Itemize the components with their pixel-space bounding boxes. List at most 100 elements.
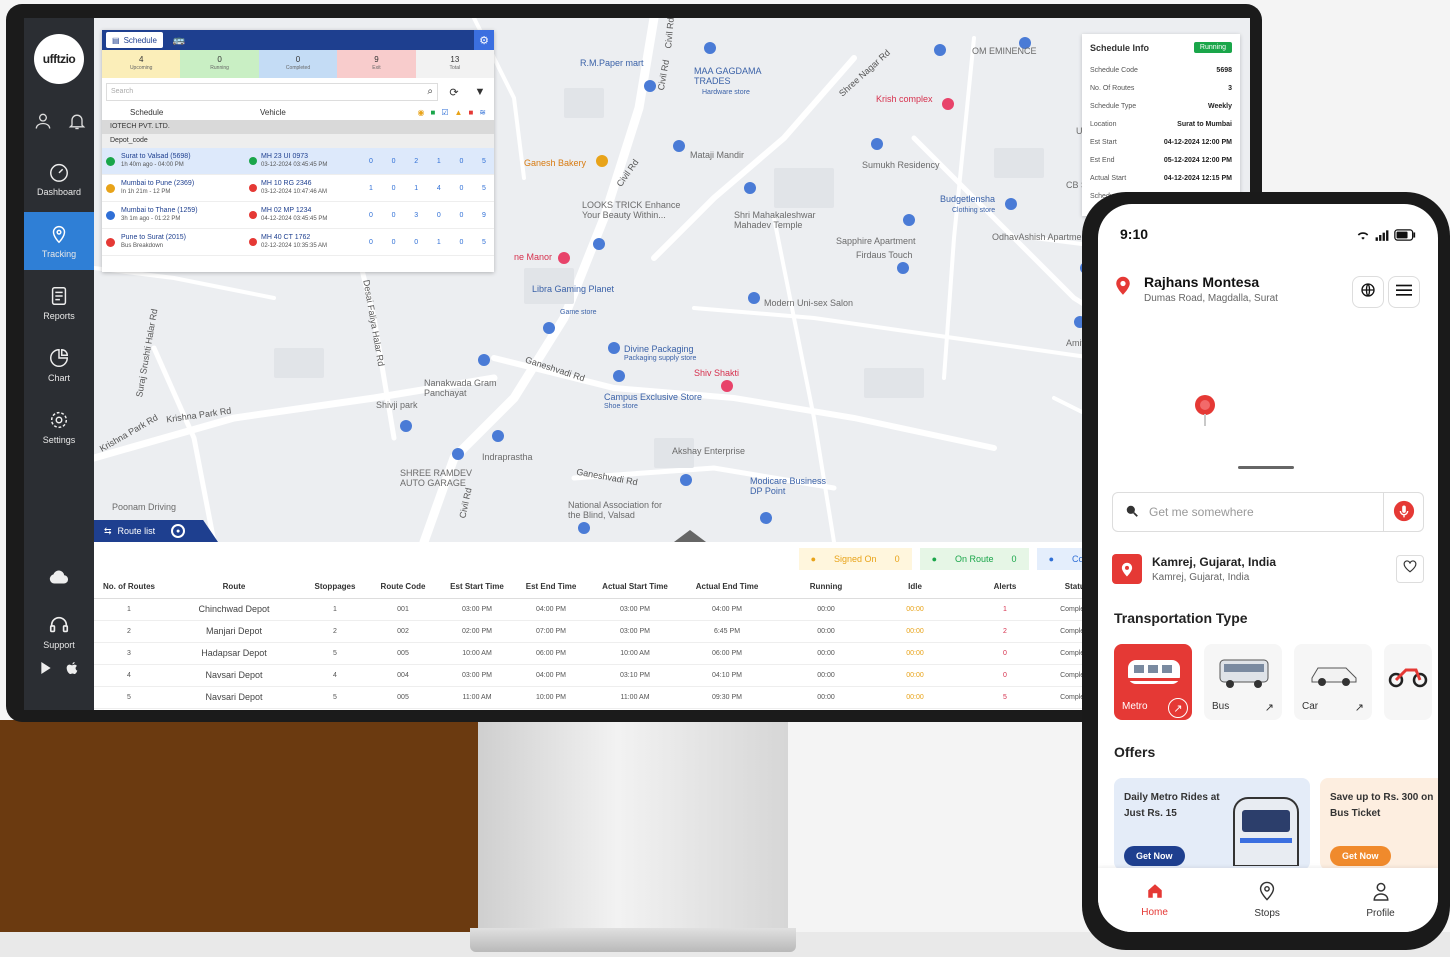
- map-poi-label: Campus Exclusive Store: [604, 392, 703, 402]
- table-row[interactable]: 3 Hadapsar Depot 5 005 10:00 AM 06:00 PM 10:00…: [94, 642, 1094, 665]
- mode-bus[interactable]: Bus ↗: [1204, 644, 1282, 720]
- panel-settings-button[interactable]: ⚙: [474, 30, 494, 50]
- schedule-row[interactable]: Pune to Surat (2015) Bus Breakdown MH 40 …: [102, 229, 494, 256]
- offer-card-bus[interactable]: Save up to Rs. 300 on Bus Ticket Get Now: [1320, 778, 1438, 870]
- legend-on-route[interactable]: ● On Route 0: [919, 548, 1029, 570]
- status-completed[interactable]: 0 Completed: [258, 50, 338, 78]
- refresh-button[interactable]: ⟳: [444, 83, 464, 101]
- tab-schedule[interactable]: ▤ Schedule: [106, 32, 163, 48]
- schedule-subtitle: 1h 40m ago - 04:00 PM: [121, 162, 184, 168]
- sidebar-item-label: Support: [43, 640, 75, 650]
- status-total[interactable]: 13 Total: [415, 50, 495, 78]
- sidebar-item-reports[interactable]: Reports: [24, 274, 94, 332]
- motorbike-icon: [1388, 668, 1428, 688]
- mode-car[interactable]: Car ↗: [1294, 644, 1372, 720]
- route-list-tab[interactable]: ⇆ Route list ●: [94, 520, 218, 542]
- sidebar-item-settings[interactable]: Settings: [24, 398, 94, 456]
- schedule-row[interactable]: Mumbai to Thane (1259) 3h 1m ago - 01:22 …: [102, 202, 494, 229]
- nav-home[interactable]: Home: [1141, 882, 1168, 918]
- column-header[interactable]: Route: [164, 576, 304, 599]
- column-header[interactable]: Idle: [880, 576, 950, 599]
- sidebar-item-tracking[interactable]: Tracking: [24, 212, 94, 270]
- status-exit[interactable]: 9 Exit: [337, 50, 416, 78]
- current-location[interactable]: Rajhans Montesa Dumas Road, Magdalla, Su…: [1114, 274, 1278, 304]
- column-header[interactable]: Est End Time: [514, 576, 588, 599]
- tab-label: Schedule: [123, 35, 157, 45]
- nav-profile[interactable]: Profile: [1366, 881, 1395, 919]
- column-header[interactable]: Est Start Time: [440, 576, 514, 599]
- sidebar-item-chart[interactable]: Chart: [24, 336, 94, 394]
- monitor-stand: [478, 722, 788, 932]
- schedule-search-input[interactable]: Search ⌕: [106, 83, 438, 101]
- info-value: 05-12-2024 12:00 PM: [1163, 156, 1232, 164]
- table-cell: 03:00 PM: [588, 598, 682, 621]
- get-now-button[interactable]: Get Now: [1124, 846, 1185, 866]
- offer-card-metro[interactable]: Daily Metro Rides at Just Rs. 15 Get Now: [1114, 778, 1310, 870]
- play-store-icon[interactable]: [38, 660, 54, 681]
- favorite-button[interactable]: [1396, 555, 1424, 583]
- legend-signed-on[interactable]: ● Signed On 0: [798, 548, 912, 570]
- get-now-button[interactable]: Get Now: [1330, 846, 1391, 866]
- map-poi-label: OM EMINENCE: [972, 46, 1037, 56]
- column-header[interactable]: Actual Start Time: [588, 576, 682, 599]
- company-group-row[interactable]: IOTECH PVT. LTD.: [102, 120, 494, 134]
- schedule-name: Mumbai to Thane (1259) 3h 1m ago - 01:22 …: [121, 206, 249, 224]
- schedule-row[interactable]: Surat to Valsad (5698) 1h 40m ago - 04:00…: [102, 148, 494, 175]
- map-pin-icon: [1194, 394, 1216, 433]
- home-icon: [1146, 882, 1164, 903]
- table-cell: 06:00 PM: [682, 642, 772, 665]
- filter-button[interactable]: ▼: [470, 83, 490, 101]
- mode-label: Car: [1302, 701, 1319, 712]
- offer-text: Daily Metro Rides at Just Rs. 15: [1124, 792, 1220, 819]
- info-value: Weekly: [1208, 102, 1232, 110]
- table-cell: 03:00 PM: [588, 620, 682, 643]
- column-header[interactable]: No. of Routes: [94, 576, 164, 599]
- recent-location-item[interactable]: Kamrej, Gujarat, India Kamrej, Gujarat, …: [1112, 554, 1424, 584]
- table-cell: 00:00: [772, 598, 880, 621]
- table-row[interactable]: 2 Manjari Depot 2 002 02:00 PM 07:00 PM 03:00 …: [94, 620, 1094, 643]
- mode-metro[interactable]: Metro ↗: [1114, 644, 1192, 720]
- info-key: Est End: [1090, 156, 1115, 164]
- status-upcoming[interactable]: 4 Upcoming: [102, 50, 181, 78]
- pie-chart-icon: [50, 349, 68, 367]
- nav-stops[interactable]: Stops: [1254, 881, 1280, 919]
- bell-icon[interactable]: [66, 110, 88, 132]
- menu-button[interactable]: [1388, 276, 1420, 308]
- headset-icon: [49, 616, 69, 633]
- column-header[interactable]: Actual End Time: [682, 576, 772, 599]
- column-header[interactable]: Stoppages: [304, 576, 366, 599]
- vehicle-status-dot: [249, 211, 257, 219]
- routes-table: No. of Routes Route Stoppages Route Code Est…: [94, 576, 1094, 709]
- table-cell: 04:00 PM: [514, 598, 588, 621]
- user-icon[interactable]: [32, 110, 54, 132]
- sidebar-item-dashboard[interactable]: Dashboard: [24, 150, 94, 208]
- map-poi-label: Divine Packaging: [624, 344, 694, 354]
- mode-bike[interactable]: [1384, 644, 1432, 720]
- vehicle-number: MH 40 CT 1762: [261, 234, 311, 241]
- column-header[interactable]: Alerts: [950, 576, 1060, 599]
- language-button[interactable]: [1352, 276, 1384, 308]
- column-header[interactable]: Route Code: [366, 576, 440, 599]
- info-key: Schedule Type: [1090, 102, 1137, 110]
- pin-icon[interactable]: ●: [171, 524, 186, 538]
- table-row[interactable]: 5 Navsari Depot 5 005 11:00 AM 10:00 PM 11:00 …: [94, 686, 1094, 709]
- table-row[interactable]: 4 Navsari Depot 4 004 03:00 PM 04:00 PM 03:10 …: [94, 664, 1094, 687]
- cloud-download-button[interactable]: [24, 558, 94, 598]
- status-running[interactable]: 0 Running: [180, 50, 259, 78]
- apple-icon[interactable]: [64, 660, 80, 681]
- sheet-handle[interactable]: [1238, 466, 1294, 469]
- column-header[interactable]: Running: [772, 576, 880, 599]
- table-row[interactable]: 1 Chinchwad Depot 1 001 03:00 PM 04:00 PM 03:0…: [94, 598, 1094, 621]
- destination-search-input[interactable]: Get me somewhere: [1112, 492, 1424, 532]
- legend-label: On Route: [955, 554, 994, 564]
- arrow-up-right-icon: ↗: [1354, 702, 1364, 714]
- map-poi-label: Clothing store: [952, 207, 996, 214]
- schedule-row[interactable]: Mumbai to Pune (2369) In 1h 21m - 12 PM M…: [102, 175, 494, 202]
- brand-logo[interactable]: ufftzio: [34, 34, 84, 84]
- status-label: Running: [210, 65, 229, 71]
- depot-row[interactable]: Depot_code: [102, 134, 494, 148]
- voice-search-button[interactable]: [1383, 493, 1423, 531]
- count-value: 0: [414, 238, 419, 246]
- tab-vehicle[interactable]: 🚌: [173, 35, 185, 46]
- sidebar-item-support[interactable]: Support: [24, 608, 94, 656]
